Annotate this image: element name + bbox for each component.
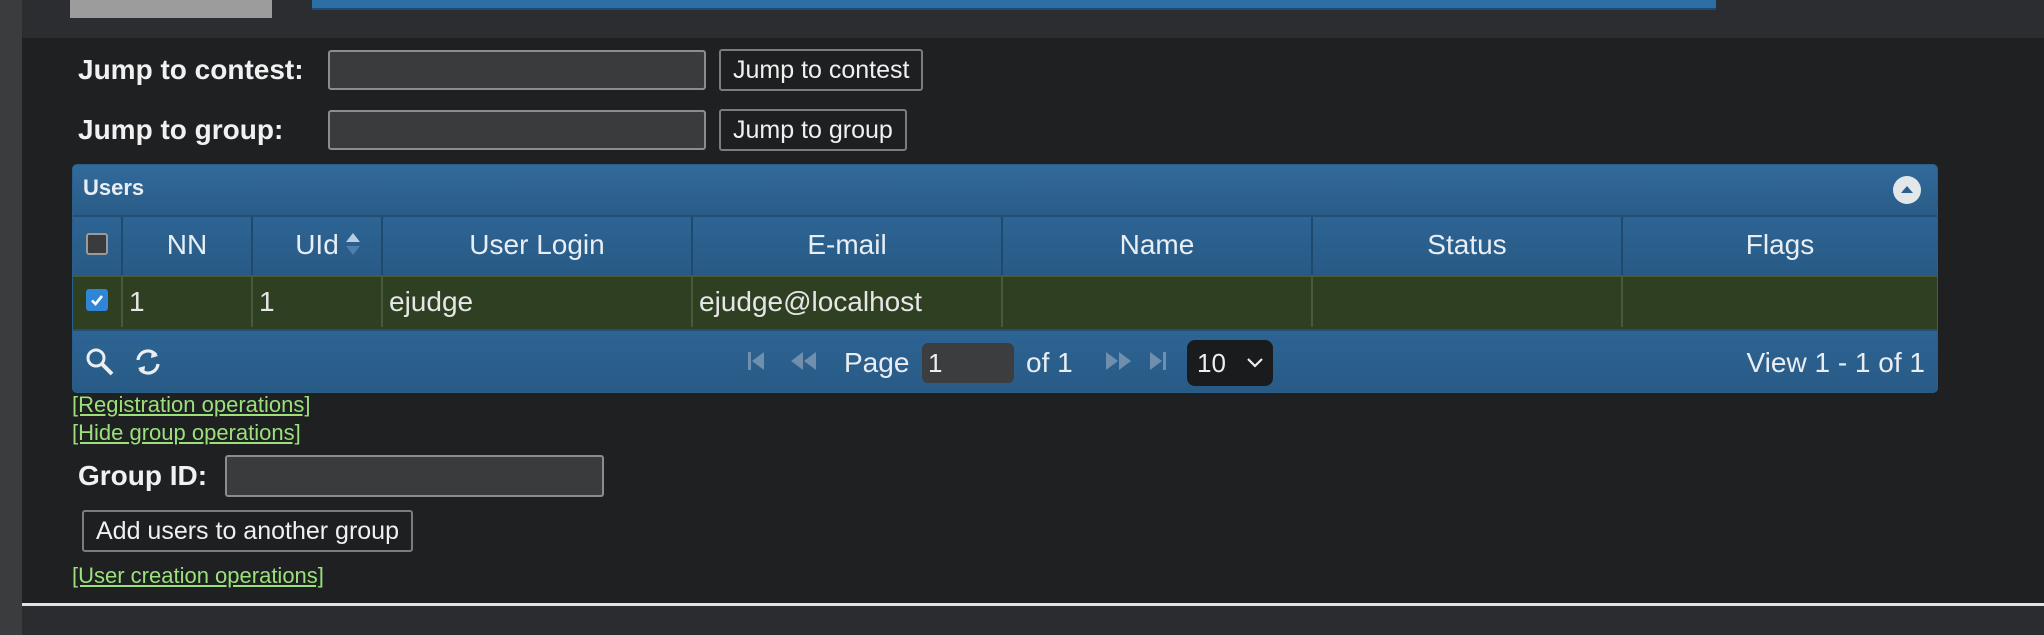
footer-band <box>22 606 2044 635</box>
top-menu-bar <box>312 0 1716 10</box>
row-select-cell <box>73 277 123 327</box>
page-total-label: of 1 <box>1026 347 1073 378</box>
row-checkbox[interactable] <box>86 289 108 311</box>
last-page-icon[interactable] <box>1147 349 1169 373</box>
select-all-checkbox[interactable] <box>86 233 108 255</box>
column-header-user-login[interactable]: User Login <box>383 217 693 275</box>
cell-nn: 1 <box>123 277 253 327</box>
top-logo-fragment <box>70 0 272 18</box>
cell-name <box>1003 277 1313 327</box>
view-records-label: View 1 - 1 of 1 <box>1746 347 1925 378</box>
registration-operations-link[interactable]: [Registration operations] <box>72 392 310 418</box>
column-header-name[interactable]: Name <box>1003 217 1313 275</box>
left-sidebar-strip <box>0 0 22 635</box>
group-id-input[interactable] <box>225 455 604 497</box>
collapse-grid-button[interactable] <box>1893 176 1921 204</box>
page-label: Page <box>844 347 910 378</box>
rows-per-page-value: 10 <box>1197 348 1226 378</box>
users-grid: Users NN UId User Login E-mail Name Stat… <box>72 164 1938 393</box>
grid-header-row: NN UId User Login E-mail Name Status Fla… <box>73 215 1937 275</box>
table-row[interactable]: 1 1 ejudge ejudge@localhost <box>73 275 1937 331</box>
column-header-nn[interactable]: NN <box>123 217 253 275</box>
select-all-header <box>73 217 123 275</box>
group-id-label: Group ID: <box>78 460 208 491</box>
cell-user-login: ejudge <box>383 277 693 327</box>
jump-contest-label: Jump to contest: <box>78 54 304 85</box>
column-header-uid-label: UId <box>295 229 339 260</box>
jump-contest-input[interactable] <box>328 50 706 90</box>
jump-contest-button[interactable]: Jump to contest <box>719 49 924 91</box>
column-header-flags[interactable]: Flags <box>1623 217 1937 275</box>
checkmark-icon <box>91 295 104 306</box>
chevron-up-icon <box>1901 186 1913 193</box>
next-page-icon[interactable] <box>1103 349 1133 373</box>
rows-per-page-select[interactable]: 10 <box>1187 340 1273 386</box>
grid-pager: Page of 1 10 View 1 - 1 of 1 <box>73 329 1937 392</box>
grid-title: Users <box>83 175 145 200</box>
cell-flags <box>1623 277 1937 327</box>
hide-group-operations-link[interactable]: [Hide group operations] <box>72 420 301 446</box>
refresh-icon[interactable] <box>133 347 163 377</box>
jump-group-input[interactable] <box>328 110 706 150</box>
cell-status <box>1313 277 1623 327</box>
sort-icon <box>346 233 360 255</box>
column-header-status[interactable]: Status <box>1313 217 1623 275</box>
column-header-uid[interactable]: UId <box>253 217 383 275</box>
search-icon[interactable] <box>85 347 115 377</box>
column-header-email[interactable]: E-mail <box>693 217 1003 275</box>
user-creation-operations-link[interactable]: [User creation operations] <box>72 563 324 589</box>
jump-group-button[interactable]: Jump to group <box>719 109 907 151</box>
page-number-input[interactable] <box>922 343 1014 383</box>
grid-caption: Users <box>73 165 1937 215</box>
cell-uid: 1 <box>253 277 383 327</box>
chevron-down-icon <box>1247 358 1263 368</box>
prev-page-icon[interactable] <box>789 349 819 373</box>
cell-email: ejudge@localhost <box>693 277 1003 327</box>
first-page-icon[interactable] <box>745 349 767 373</box>
add-users-to-group-button[interactable]: Add users to another group <box>82 510 413 552</box>
jump-group-label: Jump to group: <box>78 114 284 145</box>
